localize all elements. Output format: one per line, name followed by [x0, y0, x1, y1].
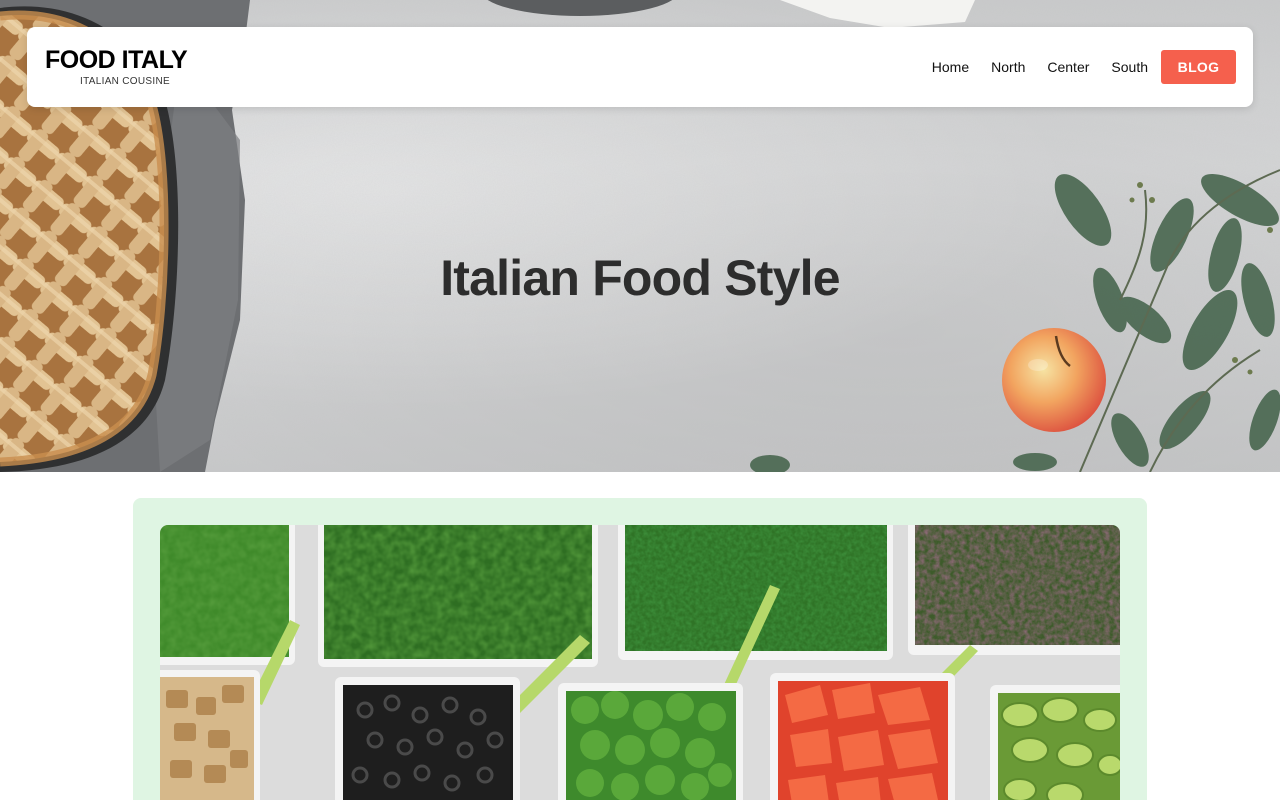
nav-link-south[interactable]: South: [1111, 50, 1148, 84]
main-nav: Home North Center South BLOG: [932, 50, 1236, 84]
brand-logo[interactable]: FOOD ITALY ITALIAN COUSINE: [45, 46, 205, 87]
nav-link-center[interactable]: Center: [1047, 50, 1089, 84]
vegetable-bowls-image: [160, 525, 1120, 800]
brand-name: FOOD ITALY: [45, 46, 188, 74]
hero-title: Italian Food Style: [440, 250, 840, 306]
featured-card: [133, 498, 1147, 800]
featured-image[interactable]: [160, 525, 1120, 800]
nav-link-north[interactable]: North: [991, 50, 1025, 84]
hero-section: FOOD ITALY ITALIAN COUSINE Home North Ce…: [0, 0, 1280, 472]
navbar: FOOD ITALY ITALIAN COUSINE Home North Ce…: [27, 27, 1253, 107]
brand-subtitle: ITALIAN COUSINE: [80, 76, 170, 87]
nav-link-home[interactable]: Home: [932, 50, 969, 84]
blog-button[interactable]: BLOG: [1161, 50, 1236, 84]
